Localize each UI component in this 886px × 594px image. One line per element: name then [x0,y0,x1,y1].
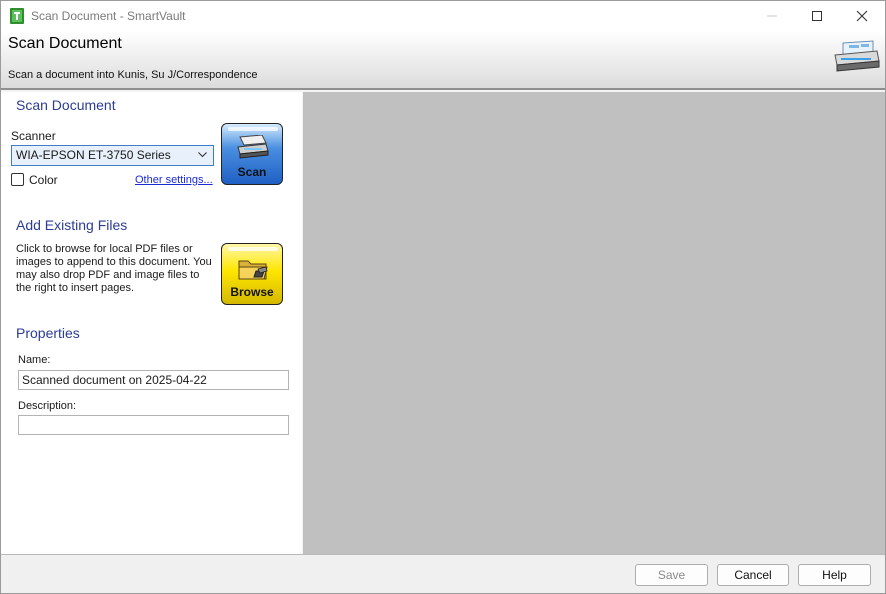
files-section-title: Add Existing Files [16,217,128,233]
scanner-icon [237,135,269,159]
scan-document-window: Scan Document - SmartVault Scan Document… [0,0,886,594]
title-bar[interactable]: Scan Document - SmartVault [1,1,885,31]
cancel-button[interactable]: Cancel [717,564,789,586]
color-checkbox[interactable] [11,173,24,186]
scanner-select-value: WIA-EPSON ET-3750 Series [16,148,171,162]
maximize-button[interactable] [794,1,840,31]
close-icon [856,10,868,22]
header-title: Scan Document [8,35,122,52]
header-subtitle: Scan a document into Kunis, Su J/Corresp… [8,69,258,81]
description-label: Description: [18,400,77,412]
scanner-illustration-icon [834,40,880,72]
other-settings-link[interactable]: Other settings... [135,174,213,186]
files-description: Click to browse for local PDF files or i… [16,243,212,294]
scanner-label: Scanner [11,129,56,143]
name-field[interactable]: Scanned document on 2025-04-22 [18,370,289,390]
scan-section-title: Scan Document [16,97,116,113]
help-button[interactable]: Help [798,564,871,586]
description-field[interactable] [18,415,289,435]
scan-button[interactable]: Scan [221,123,283,185]
scan-button-label: Scan [237,165,267,179]
page-preview-area[interactable] [303,92,885,554]
folder-icon [238,260,268,280]
scanner-select[interactable]: WIA-EPSON ET-3750 Series [11,145,214,166]
button-shine [228,247,278,251]
save-button[interactable]: Save [635,564,708,586]
close-button[interactable] [839,1,885,31]
minimize-button[interactable] [749,1,795,31]
minimize-icon [767,15,777,17]
window-title: Scan Document - SmartVault [31,9,186,23]
dialog-header: Scan Document Scan a document into Kunis… [1,31,885,90]
name-label: Name: [18,354,51,366]
smartvault-logo-icon [10,8,24,24]
properties-section-title: Properties [16,325,80,341]
dialog-footer: Save Cancel Help [1,554,885,593]
browse-button-label: Browse [230,285,274,299]
maximize-icon [812,11,822,21]
color-label: Color [29,173,58,187]
chevron-down-icon [198,152,207,158]
left-panel: Scan Document Scanner WIA-EPSON ET-3750 … [1,92,302,554]
button-shine [228,127,278,131]
browse-button[interactable]: Browse [221,243,283,305]
